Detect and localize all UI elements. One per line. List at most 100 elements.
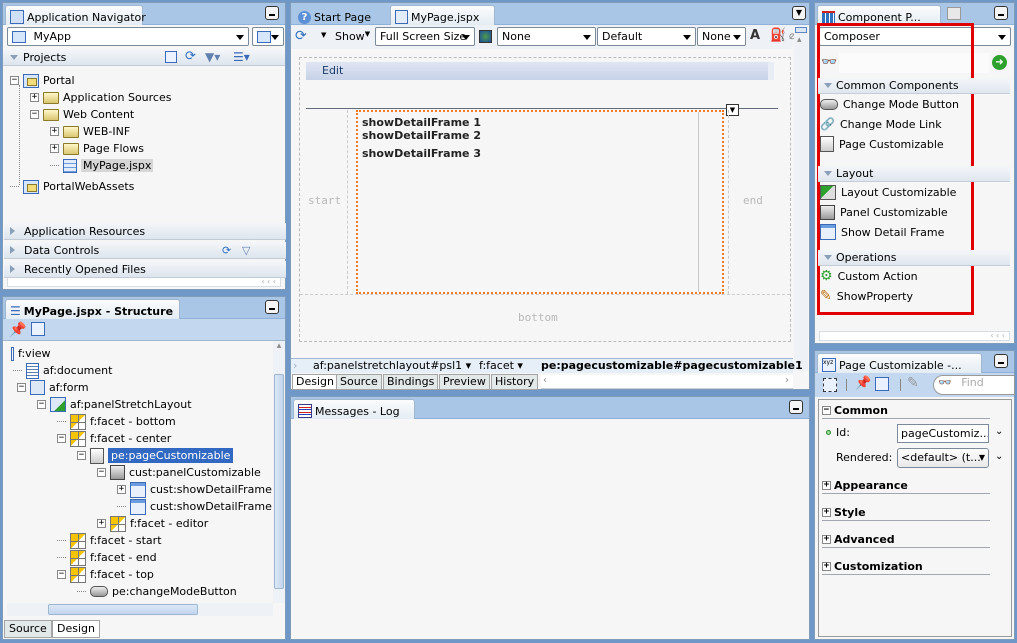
scroll-right-arrow[interactable]: › — [785, 375, 789, 386]
tab-design[interactable]: Design — [52, 620, 100, 638]
scroll-thumb[interactable] — [48, 604, 198, 615]
expand-icon[interactable]: + — [117, 485, 126, 494]
expand-icon[interactable]: + — [50, 127, 59, 136]
expand-icon[interactable]: + — [822, 562, 831, 571]
tab-structure[interactable]: ☰ MyPage.jspx - Structure — [5, 299, 180, 319]
vertical-scrollbar[interactable]: ▴ — [273, 341, 285, 603]
tree-item[interactable]: MyPage.jspx — [50, 157, 154, 174]
structure-tree-item[interactable]: + f:facet - editor — [97, 515, 208, 532]
structure-tree-item[interactable]: − af:form — [17, 379, 89, 396]
minimize-button[interactable] — [789, 400, 803, 414]
structure-tree-item[interactable]: − f:facet - center — [57, 430, 171, 447]
tab-history[interactable]: History — [491, 374, 539, 390]
scroll-thumb[interactable] — [274, 374, 284, 589]
style-select[interactable]: Default — [597, 27, 696, 46]
palette-search-input[interactable] — [839, 53, 989, 73]
tab-mypage-jspx[interactable]: MyPage.jspx — [390, 5, 495, 25]
pin-icon[interactable]: 📌 — [855, 376, 871, 391]
editor-horizontal-scrollbar[interactable]: ‹ › — [541, 375, 793, 389]
tab-preview[interactable]: Preview — [439, 374, 490, 390]
section-style[interactable]: + Style — [822, 505, 990, 521]
tab-source[interactable]: Source — [336, 374, 382, 390]
structure-tree-item[interactable]: f:facet - end — [57, 549, 157, 566]
skin-select[interactable]: None — [497, 27, 596, 46]
palette-item[interactable]: Panel Customizable — [820, 203, 948, 221]
pin-icon[interactable]: 📌 — [9, 322, 26, 338]
tab-list-dropdown[interactable]: ▼ — [792, 6, 806, 20]
palette-item[interactable]: Change Mode Button — [820, 95, 959, 113]
collapse-icon[interactable]: − — [17, 383, 26, 392]
scroll-thumb[interactable] — [795, 27, 807, 33]
tab-property-inspector[interactable]: xyz Page Customizable -... — [817, 353, 982, 373]
id-field[interactable]: pageCustomiz... — [897, 424, 989, 443]
section-customization[interactable]: + Customization — [822, 559, 990, 575]
tree-item[interactable]: + WEB-INF — [50, 123, 130, 140]
tree-item[interactable]: − Web Content — [30, 106, 134, 123]
go-icon[interactable]: ➜ — [992, 55, 1007, 70]
expand-icon[interactable]: + — [822, 481, 831, 490]
palette-section-operations[interactable]: Operations — [818, 250, 1010, 266]
tab-messages-log[interactable]: Messages - Log — [293, 399, 415, 419]
collapse-icon[interactable]: − — [822, 406, 831, 415]
refresh-dropdown-icon[interactable]: ▼ — [321, 31, 326, 39]
structure-tree-item[interactable]: f:facet - bottom — [57, 413, 176, 430]
tab-application-navigator[interactable]: Application Navigator — [5, 5, 146, 25]
rendered-options-chevron-icon[interactable]: ⌄ — [995, 451, 1003, 462]
structure-tree-item[interactable]: f:facet - start — [57, 532, 162, 549]
scroll-up-arrow[interactable]: ▴ — [273, 341, 285, 351]
application-select[interactable]: MyApp — [7, 27, 249, 46]
collapse-icon[interactable]: − — [57, 570, 66, 579]
freeze-view-icon[interactable] — [31, 322, 45, 336]
structure-tree-item[interactable]: cust:showDetailFrame — [117, 498, 272, 515]
expand-icon[interactable]: + — [822, 535, 831, 544]
tree-item[interactable]: PortalWebAssets — [10, 178, 134, 195]
scroll-up-arrow[interactable]: ▴ — [797, 35, 802, 45]
font-color-icon[interactable]: A — [750, 28, 760, 43]
working-sets-icon[interactable]: ☰▾ — [233, 50, 250, 64]
minimize-button[interactable] — [994, 354, 1008, 368]
app-menu-button[interactable] — [252, 27, 284, 46]
expand-icon[interactable]: + — [30, 93, 39, 102]
find-field[interactable]: 👓 Find — [933, 375, 1015, 395]
accordion-header[interactable]: Recently Opened Files — [4, 261, 286, 278]
refresh-icon[interactable]: ⟳ — [222, 242, 231, 259]
expand-icon[interactable]: + — [97, 519, 106, 528]
editor-vertical-scrollbar[interactable]: ▴ ▾ — [794, 25, 808, 371]
tab-start-page[interactable]: ? Start Page — [293, 5, 389, 25]
common-section-header[interactable]: − Common — [822, 403, 990, 419]
projects-header[interactable]: Projects ⟳ ▼▾ ☰▾ — [3, 49, 285, 66]
edit-toolbar-facet[interactable]: Edit — [306, 62, 774, 80]
tab-component-palette[interactable]: Component P... — [817, 5, 941, 25]
accordion-header[interactable]: Application Resources — [4, 223, 286, 240]
fill-color-icon[interactable]: ⛽ — [770, 28, 786, 43]
palette-item[interactable]: ⚙ Custom Action — [820, 267, 918, 285]
show-menu[interactable]: Show▼ — [335, 30, 370, 43]
filter-icon[interactable]: ▽ — [242, 242, 250, 259]
collapse-icon[interactable]: − — [57, 434, 66, 443]
filter-icon[interactable]: ▼▾ — [205, 50, 220, 64]
breadcrumb-item-psl[interactable]: af:panelstretchlayout#psl1 ▾ — [313, 359, 471, 372]
scroll-left-arrow[interactable]: ‹ — [543, 375, 547, 386]
structure-tree-item[interactable]: + cust:showDetailFrame — [117, 481, 272, 498]
select-in-editor-icon[interactable] — [823, 378, 837, 392]
browser-globe-icon[interactable] — [479, 30, 492, 43]
rendered-select[interactable]: <default> (t... ▼ — [897, 448, 989, 468]
collapse-icon[interactable]: − — [37, 400, 46, 409]
section-appearance[interactable]: + Appearance — [822, 478, 990, 494]
tab-design[interactable]: Design — [292, 374, 338, 390]
design-canvas[interactable]: Edit start showDetailFrame 1 showDetailFr… — [299, 57, 791, 342]
start-facet[interactable]: start — [300, 110, 348, 294]
expand-icon[interactable]: + — [822, 508, 831, 517]
palette-item[interactable]: Show Detail Frame — [820, 223, 944, 241]
bottom-facet[interactable]: bottom — [300, 294, 790, 342]
page-customizable-region[interactable]: showDetailFrame 1 showDetailFrame 2 showDe… — [356, 110, 724, 294]
collapse-icon[interactable]: − — [97, 468, 106, 477]
collapse-icon[interactable]: − — [30, 110, 39, 119]
minimize-button[interactable] — [265, 300, 279, 314]
collapse-icon[interactable]: − — [77, 451, 86, 460]
palette-item[interactable]: Page Customizable — [820, 135, 944, 153]
collapse-icon[interactable]: − — [10, 76, 19, 85]
library-select[interactable]: Composer — [819, 27, 1011, 46]
search-project-icon[interactable] — [165, 51, 177, 63]
horizontal-scrollbar[interactable] — [7, 603, 273, 616]
